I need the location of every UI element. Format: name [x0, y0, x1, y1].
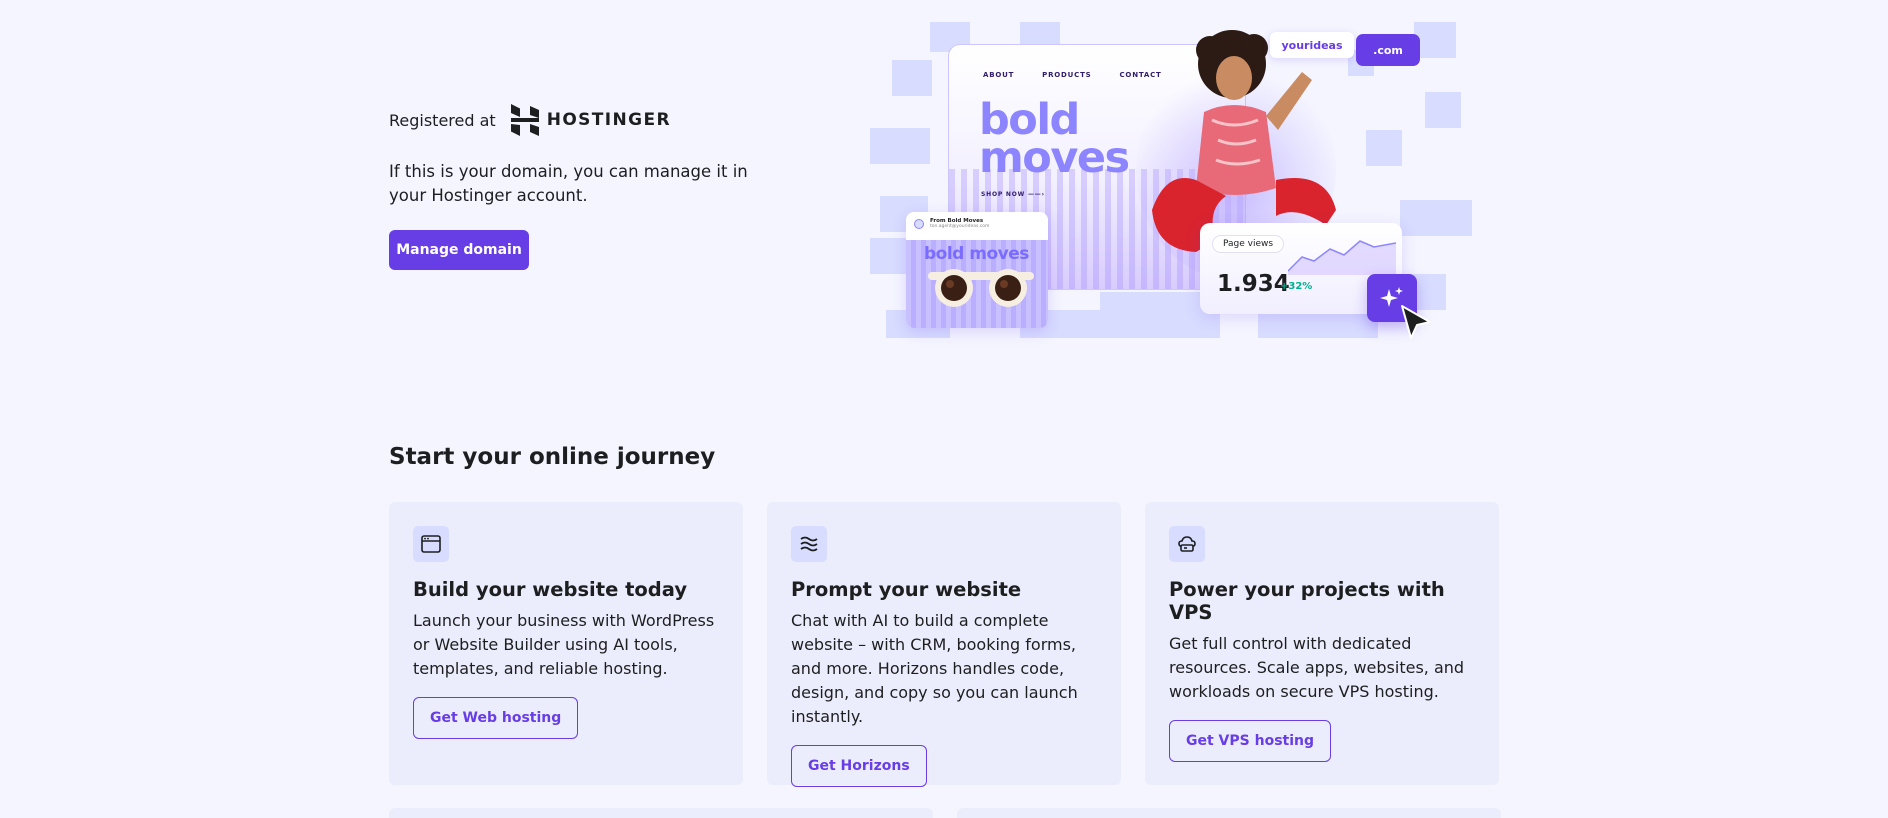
bg-tile [870, 238, 910, 274]
next-card-left [389, 808, 933, 818]
mockup-shop-now-label: SHOP NOW [981, 191, 1026, 198]
section-title: Start your online journey [389, 444, 716, 470]
server-cloud-icon [1169, 526, 1205, 562]
card-description: Get full control with dedicated resource… [1169, 634, 1465, 701]
server-cloud-icon-svg [1178, 536, 1196, 552]
card-title: Power your projects with VPS [1169, 578, 1445, 624]
sunglasses-image [928, 269, 1034, 307]
page-views-value: 1.934 [1217, 271, 1290, 297]
domain-info: Registered at HOSTINGER If this is your … [389, 102, 769, 270]
hostinger-logo: HOSTINGER [510, 104, 672, 136]
browser-window-icon [413, 526, 449, 562]
bg-tile [1400, 200, 1472, 236]
card-title: Prompt your website [791, 578, 1022, 601]
browser-window-icon-svg [421, 535, 441, 553]
hostinger-wordmark: HOSTINGER [546, 110, 672, 130]
mockup-headline-line-2: moves [979, 133, 1130, 183]
registered-row: Registered at HOSTINGER [389, 102, 769, 138]
card-description: Launch your business with WordPress or W… [413, 611, 715, 678]
card-web-hosting: Build your website today Launch your bus… [389, 502, 743, 785]
email-address: ton.agent@yourideas.com [930, 224, 990, 229]
card-horizons: Prompt your website Chat with AI to buil… [767, 502, 1121, 787]
get-vps-hosting-button[interactable]: Get VPS hosting [1169, 720, 1332, 762]
hostinger-logo-icon [510, 104, 539, 136]
mockup-shop-now: SHOP NOW ——› [981, 191, 1045, 198]
registered-label: Registered at [389, 110, 496, 130]
cursor-icon [1401, 305, 1431, 339]
email-body: bold moves [906, 240, 1048, 328]
journey-cards: Build your website today Launch your bus… [389, 502, 1499, 787]
card-description: Chat with AI to build a complete website… [791, 611, 1078, 726]
page-views-delta: +32% [1280, 281, 1313, 292]
page-views-label: Page views [1212, 235, 1285, 253]
domain-tld-pill: .com [1356, 34, 1420, 66]
mockup-nav-products: PRODUCTS [1042, 71, 1092, 79]
email-title: bold moves [924, 244, 1029, 264]
next-card-right [957, 808, 1501, 818]
mockup-nav-about: ABOUT [983, 71, 1015, 79]
email-header: From Bold Moves ton.agent@yourideas.com [906, 212, 1048, 235]
page-views-sparkline [1288, 240, 1396, 275]
bg-tile [892, 60, 932, 96]
bg-tile [1414, 22, 1456, 58]
ai-waves-icon-svg [800, 536, 818, 552]
bg-tile [1366, 130, 1402, 166]
card-title: Build your website today [413, 578, 688, 601]
ai-waves-icon [791, 526, 827, 562]
get-web-hosting-button[interactable]: Get Web hosting [413, 697, 579, 739]
hero-illustration: ABOUT PRODUCTS CONTACT bold moves SHOP N… [870, 20, 1480, 360]
email-avatar [914, 218, 924, 229]
bg-tile [1425, 92, 1461, 128]
domain-description: If this is your domain, you can manage i… [389, 162, 748, 205]
manage-domain-button[interactable]: Manage domain [389, 230, 529, 270]
domain-name-pill: yourideas [1270, 32, 1354, 58]
card-vps-hosting: Power your projects with VPS Get full co… [1145, 502, 1499, 785]
email-preview-card: From Bold Moves ton.agent@yourideas.com … [906, 212, 1048, 328]
get-horizons-button[interactable]: Get Horizons [791, 745, 927, 787]
bg-tile [870, 128, 930, 164]
mockup-headline: bold moves [979, 99, 1130, 183]
